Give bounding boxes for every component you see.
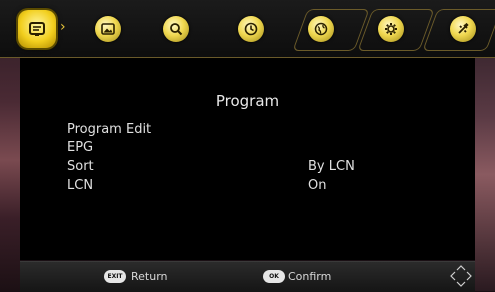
menu-item-label: Sort: [67, 159, 94, 174]
menu-item-label: Program Edit: [67, 122, 152, 137]
exit-key-icon: EXIT: [104, 270, 126, 283]
menu-item-epg[interactable]: EPG: [67, 140, 447, 158]
menu-item-lcn[interactable]: LCN On: [67, 178, 447, 196]
menu-item-program-edit[interactable]: Program Edit: [67, 122, 447, 140]
tab-option[interactable]: [308, 16, 334, 42]
clock-icon: [244, 22, 258, 36]
menu-item-label: LCN: [67, 178, 94, 193]
sort-value: By LCN: [308, 159, 355, 174]
tab-search[interactable]: [163, 16, 189, 42]
selected-tab-chevron-icon: ›: [60, 19, 66, 35]
usb-icon: [458, 22, 469, 34]
search-icon: [170, 23, 183, 36]
lcn-value: On: [308, 178, 327, 193]
footer-hint-bar: EXIT Return OK Confirm: [20, 261, 475, 292]
ok-key-icon: OK: [263, 270, 285, 283]
return-hint[interactable]: Return: [131, 270, 168, 283]
menu-item-sort[interactable]: Sort By LCN: [67, 159, 447, 177]
confirm-hint[interactable]: Confirm: [288, 270, 331, 283]
tab-picture[interactable]: [95, 16, 121, 42]
tab-usb[interactable]: [450, 16, 476, 42]
tab-program[interactable]: [18, 10, 56, 48]
gear-icon: [385, 23, 397, 35]
menu-item-label: EPG: [67, 140, 94, 155]
program-icon: [29, 22, 45, 36]
picture-icon: [101, 23, 115, 35]
globe-icon: [314, 22, 328, 36]
tab-time[interactable]: [238, 16, 264, 42]
page-title: Program: [215, 92, 280, 110]
tab-system[interactable]: [378, 16, 404, 42]
menu-tab-bar: ›: [0, 0, 495, 58]
navigation-arrows-icon: [450, 265, 472, 287]
